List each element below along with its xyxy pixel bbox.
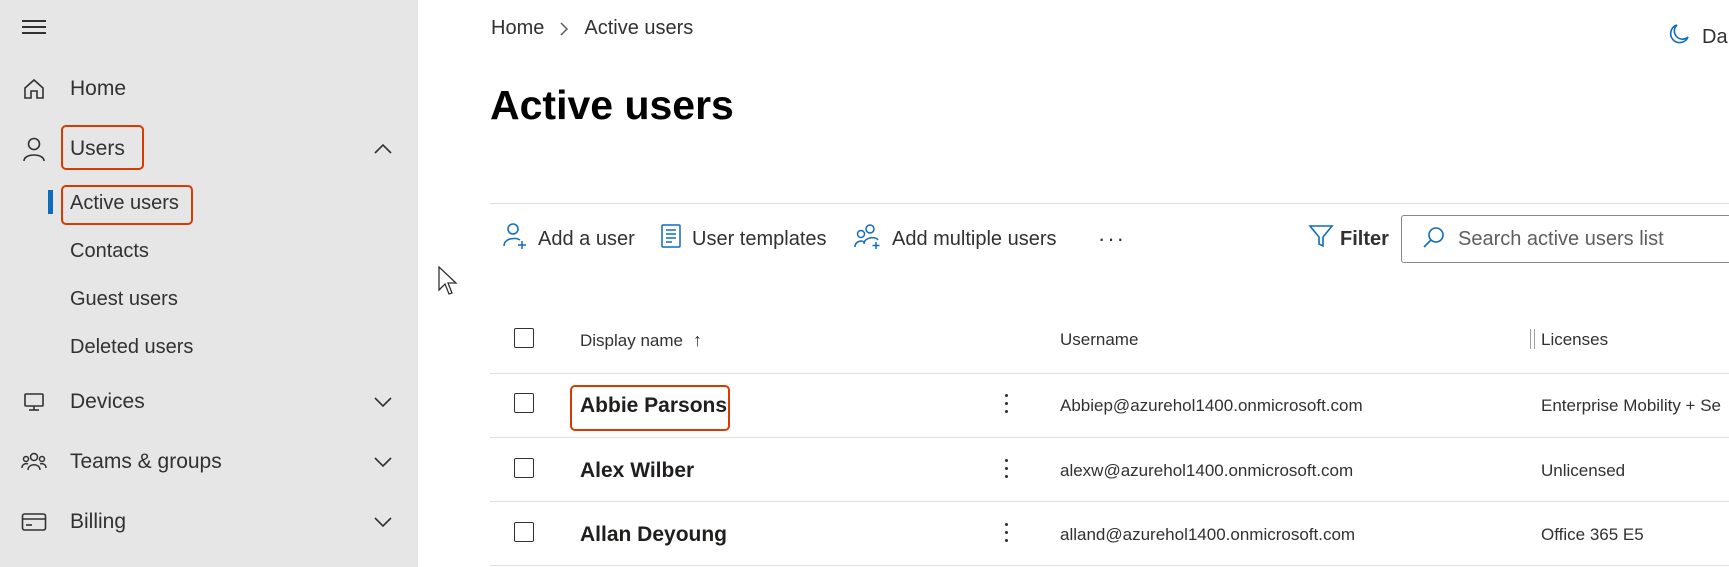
row-checkbox[interactable] bbox=[514, 393, 534, 413]
add-user-button[interactable]: Add a user bbox=[502, 222, 635, 256]
add-multiple-users-icon bbox=[854, 222, 882, 256]
filter-label: Filter bbox=[1340, 227, 1389, 250]
nav-item-teams-groups[interactable]: Teams & groups bbox=[0, 437, 418, 487]
breadcrumb-home[interactable]: Home bbox=[491, 17, 544, 40]
column-header-display-name[interactable]: Display name ↑ bbox=[580, 330, 702, 351]
home-icon bbox=[21, 76, 47, 102]
moon-icon bbox=[1668, 22, 1692, 52]
billing-icon bbox=[21, 509, 47, 535]
row-divider bbox=[490, 373, 1729, 374]
row-more-icon[interactable] bbox=[1000, 459, 1012, 483]
chevron-down-icon[interactable] bbox=[372, 391, 394, 413]
select-all-checkbox[interactable] bbox=[514, 328, 534, 348]
row-checkbox[interactable] bbox=[514, 458, 534, 478]
mouse-cursor-icon bbox=[438, 265, 460, 301]
chevron-down-icon[interactable] bbox=[372, 511, 394, 533]
chevron-up-icon[interactable] bbox=[372, 138, 394, 160]
nav-sub-item-deleted-users[interactable]: Deleted users bbox=[70, 336, 193, 359]
row-checkbox[interactable] bbox=[514, 522, 534, 542]
row-divider bbox=[490, 437, 1729, 438]
template-icon bbox=[660, 223, 682, 255]
nav-item-billing[interactable]: Billing bbox=[0, 497, 418, 547]
nav-sub-item-guest-users[interactable]: Guest users bbox=[70, 288, 178, 311]
search-input[interactable] bbox=[1458, 227, 1729, 251]
user-username: Abbiep@azurehol1400.onmicrosoft.com bbox=[1060, 396, 1363, 415]
nav-item-label: Home bbox=[70, 77, 127, 100]
row-more-icon[interactable] bbox=[1000, 394, 1012, 418]
row-divider bbox=[490, 501, 1729, 502]
left-navigation: Home Users Active users Contacts Guest u… bbox=[0, 0, 418, 567]
nav-item-devices[interactable]: Devices bbox=[0, 377, 418, 427]
breadcrumb-current: Active users bbox=[584, 17, 694, 39]
column-resize-handle[interactable] bbox=[1530, 329, 1535, 349]
column-header-label: Display name bbox=[580, 330, 683, 350]
chevron-right-icon bbox=[558, 21, 570, 37]
page-title: Active users bbox=[490, 82, 734, 128]
filter-icon bbox=[1308, 223, 1334, 255]
user-icon bbox=[21, 136, 47, 162]
active-users-highlight-box bbox=[61, 185, 193, 225]
filter-button[interactable]: Filter bbox=[1308, 222, 1389, 256]
nav-item-label: Billing bbox=[70, 510, 127, 533]
device-icon bbox=[21, 389, 47, 415]
search-box[interactable] bbox=[1401, 215, 1729, 263]
chevron-down-icon[interactable] bbox=[372, 451, 394, 473]
column-header-licenses[interactable]: Licenses bbox=[1541, 330, 1608, 350]
add-multiple-users-button[interactable]: Add multiple users bbox=[854, 222, 1057, 256]
nav-item-home[interactable]: Home bbox=[0, 64, 418, 114]
user-templates-button[interactable]: User templates bbox=[660, 222, 827, 256]
toolbar-divider bbox=[490, 203, 1729, 204]
user-username: alland@azurehol1400.onmicrosoft.com bbox=[1060, 525, 1356, 544]
add-user-label: Add a user bbox=[538, 227, 635, 250]
user-display-name[interactable]: Alex Wilber bbox=[580, 459, 694, 483]
nav-item-label: Devices bbox=[70, 390, 145, 413]
dark-mode-toggle[interactable]: Da bbox=[1668, 22, 1728, 52]
user-username: alexw@azurehol1400.onmicrosoft.com bbox=[1060, 461, 1354, 480]
user-license: Unlicensed bbox=[1541, 461, 1626, 480]
sort-ascending-icon: ↑ bbox=[693, 330, 702, 350]
row-more-icon[interactable] bbox=[1000, 523, 1012, 547]
user-highlight-box bbox=[570, 385, 730, 431]
breadcrumb: Home Active users bbox=[491, 17, 693, 40]
users-highlight-box bbox=[61, 125, 144, 170]
nav-sub-item-contacts[interactable]: Contacts bbox=[70, 240, 149, 263]
more-options-button[interactable]: ··· bbox=[1098, 226, 1126, 252]
add-multiple-users-label: Add multiple users bbox=[892, 227, 1057, 250]
column-header-username[interactable]: Username bbox=[1060, 330, 1138, 350]
row-divider bbox=[490, 565, 1729, 566]
add-user-icon bbox=[502, 222, 528, 256]
dark-mode-label: Da bbox=[1702, 25, 1728, 48]
hamburger-menu-icon[interactable] bbox=[22, 20, 46, 34]
user-license: Enterprise Mobility + Se bbox=[1541, 396, 1721, 415]
user-license: Office 365 E5 bbox=[1541, 525, 1644, 544]
user-templates-label: User templates bbox=[692, 227, 827, 250]
nav-item-label: Teams & groups bbox=[70, 450, 222, 473]
search-icon bbox=[1422, 225, 1446, 254]
active-indicator bbox=[48, 190, 53, 214]
teams-icon bbox=[21, 449, 47, 475]
user-display-name[interactable]: Allan Deyoung bbox=[580, 523, 727, 547]
